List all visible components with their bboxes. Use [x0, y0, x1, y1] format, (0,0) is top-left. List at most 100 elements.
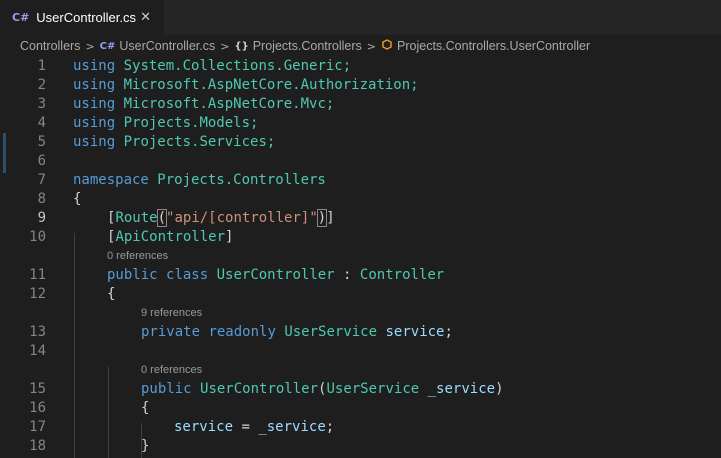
- keyword: namespace: [73, 172, 149, 188]
- keyword: readonly: [208, 324, 276, 340]
- code-text: {: [141, 400, 150, 416]
- chevron-right-icon: >: [220, 39, 230, 53]
- class-icon: [381, 38, 393, 54]
- csharp-file-icon: C#: [12, 11, 30, 24]
- attribute-name: ApiController: [115, 229, 226, 245]
- code-line: 6: [0, 152, 721, 171]
- breadcrumb-label: UserController.cs: [119, 39, 216, 53]
- code-line: 2 using Microsoft.AspNetCore.Authorizati…: [0, 76, 721, 95]
- namespace-icon: {}: [234, 40, 249, 52]
- keyword: class: [166, 267, 209, 283]
- line-number: 7: [37, 172, 46, 188]
- codelens-references[interactable]: 0 references: [107, 247, 168, 266]
- line-number: 9: [37, 210, 46, 226]
- code-line: 14: [0, 342, 721, 361]
- line-number: 14: [29, 343, 46, 359]
- code-text: Microsoft.AspNetCore.Mvc;: [115, 96, 335, 112]
- chevron-right-icon: >: [366, 39, 377, 53]
- bracket: ): [316, 209, 328, 227]
- code-text: {: [107, 286, 116, 302]
- code-line: 16 {: [0, 399, 721, 418]
- codelens-references[interactable]: 9 references: [141, 304, 202, 323]
- base-class-name: Controller: [359, 267, 445, 283]
- code-line: 18 }: [0, 437, 721, 456]
- class-name: UserController: [216, 267, 335, 283]
- code-text: Projects.Controllers: [148, 172, 326, 188]
- code-editor[interactable]: 1 using System.Collections.Generic; 2 us…: [0, 57, 721, 458]
- line-number: 13: [29, 324, 46, 340]
- type-name: UserService: [326, 381, 420, 397]
- line-number: 18: [29, 438, 46, 454]
- tab-usercontroller[interactable]: C# UserController.cs ✕: [0, 0, 164, 35]
- breadcrumb-label: Controllers: [20, 39, 81, 53]
- code-line: 7 namespace Projects.Controllers: [0, 171, 721, 190]
- breadcrumb-item-controllers[interactable]: Controllers: [20, 39, 80, 53]
- keyword: using: [73, 115, 116, 131]
- line-number: 4: [37, 115, 46, 131]
- line-number: 16: [29, 400, 46, 416]
- breadcrumb-label: Projects.Controllers.UserController: [397, 39, 591, 53]
- breadcrumb-item-class[interactable]: Projects.Controllers.UserController: [381, 38, 591, 54]
- code-line: 1 using System.Collections.Generic;: [0, 57, 721, 76]
- attribute-name: Route: [115, 210, 158, 226]
- line-number: 8: [37, 191, 46, 207]
- code-text: }: [141, 438, 150, 454]
- code-line: 13 private readonly UserService service;: [0, 323, 721, 342]
- code-text: :: [334, 267, 360, 283]
- keyword: using: [73, 96, 116, 112]
- field-name: service: [385, 324, 445, 340]
- line-number: 15: [29, 381, 46, 397]
- code-text: Projects.Models;: [115, 115, 259, 131]
- chevron-right-icon: >: [85, 39, 95, 53]
- codelens-references[interactable]: 0 references: [141, 361, 202, 380]
- line-number: 6: [37, 153, 46, 169]
- field-name: service: [174, 419, 234, 435]
- keyword: public: [141, 381, 192, 397]
- line-number: 2: [37, 77, 46, 93]
- bracket: ): [495, 381, 504, 397]
- code-line: 12 {: [0, 285, 721, 304]
- line-number: 11: [29, 267, 46, 283]
- line-number: 10: [29, 229, 46, 245]
- code-text: System.Collections.Generic;: [115, 58, 352, 74]
- code-line: 15 public UserController(UserService _se…: [0, 380, 721, 399]
- code-line: 3 using Microsoft.AspNetCore.Mvc;: [0, 95, 721, 114]
- code-line: 10 [ApiController]: [0, 228, 721, 247]
- bracket: ]: [326, 210, 335, 226]
- code-line: 11 public class UserController : Control…: [0, 266, 721, 285]
- parameter-name: _service: [427, 381, 496, 397]
- line-number: 1: [37, 58, 46, 74]
- keyword: using: [73, 77, 116, 93]
- code-text: ;: [444, 324, 453, 340]
- code-line: 4 using Projects.Models;: [0, 114, 721, 133]
- parameter-name: _service: [258, 419, 326, 435]
- method-name: UserController: [200, 381, 319, 397]
- close-icon[interactable]: ✕: [140, 10, 151, 25]
- code-line: 17 service = _service;: [0, 418, 721, 437]
- keyword: using: [73, 58, 116, 74]
- code-text: =: [233, 419, 259, 435]
- string-literal: "api/[controller]": [166, 210, 318, 226]
- code-text: Microsoft.AspNetCore.Authorization;: [115, 77, 419, 93]
- code-text: {: [73, 191, 82, 207]
- line-number: 12: [29, 286, 46, 302]
- code-text: Projects.Services;: [115, 134, 276, 150]
- code-line: 5 using Projects.Services;: [0, 133, 721, 152]
- breadcrumb-label: Projects.Controllers: [252, 39, 362, 53]
- line-number: 17: [29, 419, 46, 435]
- breadcrumb-item-namespace[interactable]: {} Projects.Controllers: [234, 39, 361, 53]
- tab-bar: C# UserController.cs ✕: [0, 0, 721, 35]
- line-number: 5: [37, 134, 46, 150]
- code-line: 9 [Route("api/[controller]")]: [0, 209, 721, 228]
- bracket: (: [156, 209, 168, 227]
- breadcrumb-item-file[interactable]: C# UserController.cs: [100, 39, 216, 53]
- code-line: 8 {: [0, 190, 721, 209]
- keyword: using: [73, 134, 116, 150]
- type-name: UserService: [284, 324, 378, 340]
- line-number: 3: [37, 96, 46, 112]
- keyword: private: [141, 324, 201, 340]
- keyword: public: [107, 267, 158, 283]
- breadcrumb: Controllers > C# UserController.cs > {} …: [0, 35, 721, 57]
- code-text: ;: [325, 419, 335, 435]
- bracket: ]: [225, 229, 234, 245]
